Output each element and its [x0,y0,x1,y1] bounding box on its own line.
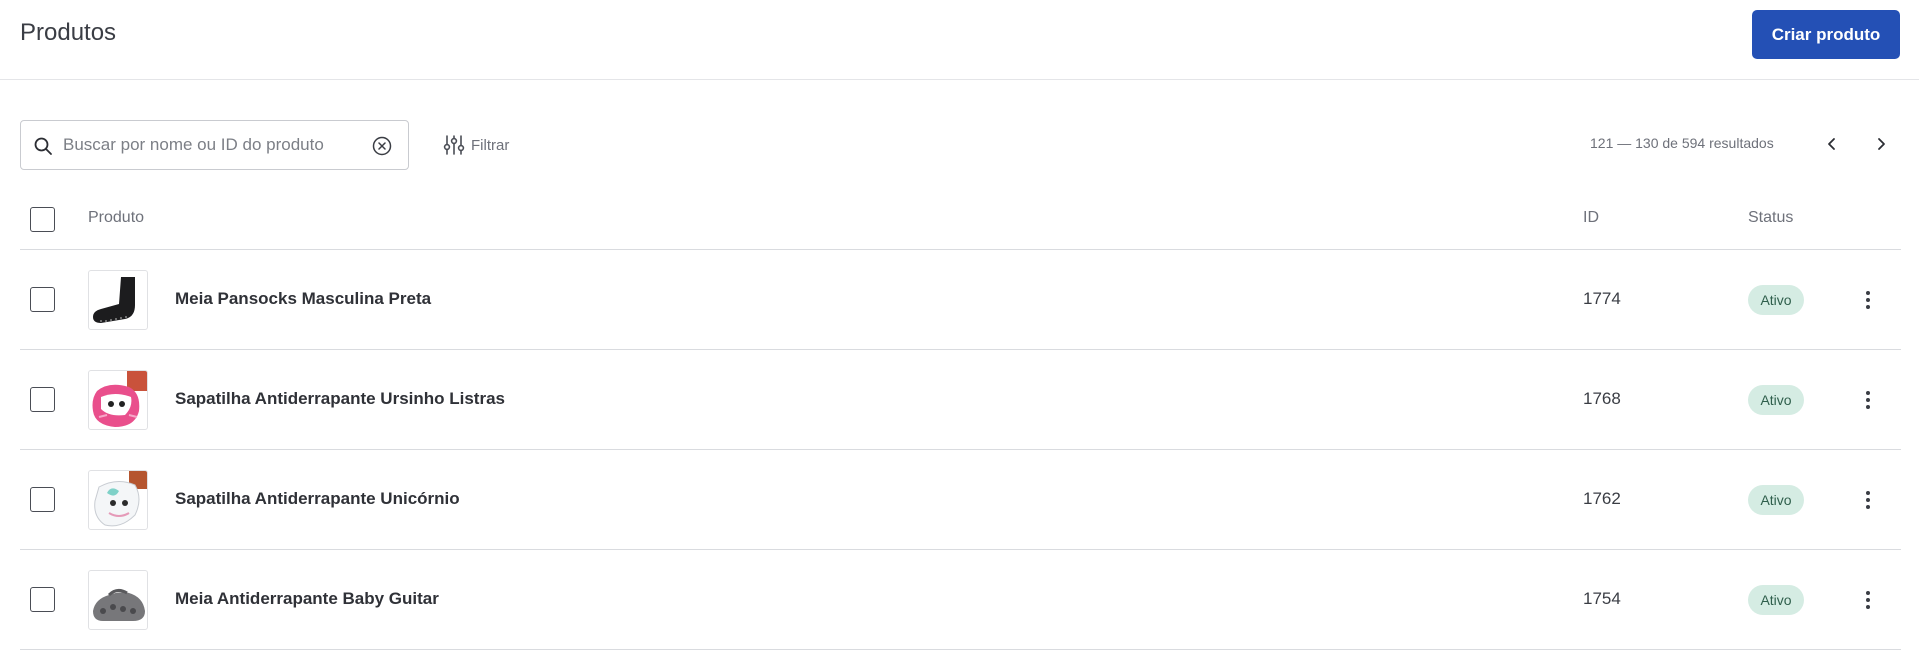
table-row[interactable]: Meia Pansocks Masculina Preta 1774 Ativo [20,250,1901,350]
page-header: Produtos Criar produto [0,0,1919,80]
next-page-button[interactable] [1869,132,1893,156]
more-actions-icon[interactable] [1856,588,1880,612]
table-row[interactable]: Sapatilha Antiderrapante Unicórnio 1762 … [20,450,1901,550]
page-title: Produtos [20,19,117,46]
table-header: Produto ID Status [20,198,1901,250]
product-id: 1762 [1583,489,1621,508]
search-input[interactable] [63,131,363,159]
product-id: 1768 [1583,389,1621,408]
row-checkbox[interactable] [30,387,55,412]
status-badge: Ativo [1748,585,1804,615]
more-actions-icon[interactable] [1856,488,1880,512]
product-name[interactable]: Sapatilha Antiderrapante Ursinho Listras [175,389,505,409]
filter-label: Filtrar [471,136,510,154]
previous-page-button[interactable] [1820,132,1844,156]
row-checkbox[interactable] [30,487,55,512]
status-badge: Ativo [1748,285,1804,315]
search-icon [34,137,52,155]
table-row[interactable]: Sapatilha Antiderrapante Ursinho Listras… [20,350,1901,450]
create-product-button[interactable]: Criar produto [1752,10,1900,59]
table-row[interactable]: Meia Antiderrapante Baby Guitar 1754 Ati… [20,550,1901,650]
clear-icon[interactable] [371,135,393,157]
product-thumbnail [88,470,148,530]
product-id: 1754 [1583,589,1621,608]
status-badge: Ativo [1748,485,1804,515]
more-actions-icon[interactable] [1856,388,1880,412]
more-actions-icon[interactable] [1856,288,1880,312]
product-thumbnail [88,570,148,630]
column-header-status: Status [1748,209,1794,226]
product-name[interactable]: Meia Antiderrapante Baby Guitar [175,589,439,609]
product-id: 1774 [1583,289,1621,308]
select-all-checkbox[interactable] [30,207,55,232]
filter-button[interactable]: Filtrar [443,131,509,159]
product-name[interactable]: Sapatilha Antiderrapante Unicórnio [175,489,460,509]
filter-sliders-icon [443,135,465,155]
chevron-right-icon [1878,138,1885,150]
pagination-summary: 121 — 130 de 594 resultados [1590,135,1774,151]
product-thumbnail [88,270,148,330]
chevron-left-icon [1828,138,1835,150]
product-thumbnail [88,370,148,430]
row-checkbox[interactable] [30,287,55,312]
product-name[interactable]: Meia Pansocks Masculina Preta [175,289,431,309]
status-badge: Ativo [1748,385,1804,415]
column-header-id: ID [1583,209,1599,226]
row-checkbox[interactable] [30,587,55,612]
search-box[interactable] [20,120,409,170]
column-header-product: Produto [88,209,145,226]
